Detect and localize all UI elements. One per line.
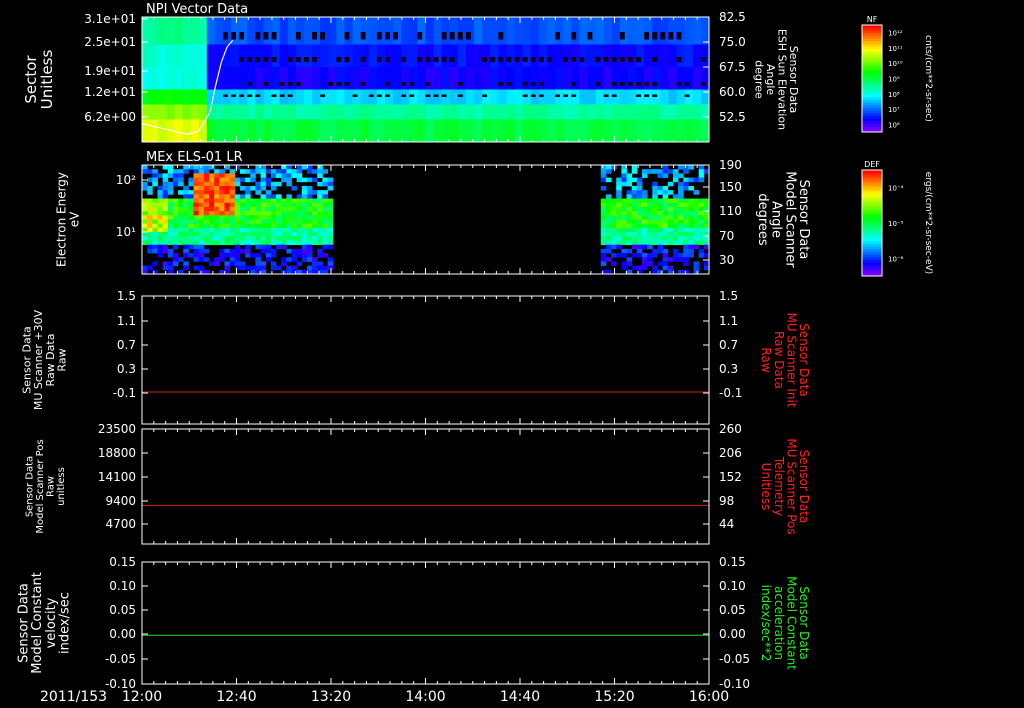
ytick-left-label: 0.7: [117, 338, 136, 352]
ytick-left-label: 18800: [98, 446, 136, 460]
ytick-right-label: 0.15: [719, 555, 746, 569]
colorbar-units: ergs/(cm**2-sr-sec-eV): [923, 172, 933, 274]
ytick-left-label: 9400: [105, 494, 136, 508]
ytick-left-label: 0.10: [109, 579, 136, 593]
ytick-right-label: 75.0: [719, 35, 746, 49]
ytick-right-label: 0.05: [719, 603, 746, 617]
ytick-left-label: 1.5: [117, 289, 136, 303]
ytick-right-label: 60.0: [719, 85, 746, 99]
ytick-left-label: 4700: [105, 517, 136, 531]
ytick-right-label: -0.1: [719, 386, 742, 400]
ytick-left-label: 1.2e+01: [84, 85, 136, 99]
ytick-right-label: 0.3: [719, 362, 738, 376]
ylabel-left: Model Scanner Pos: [35, 439, 46, 533]
ylabel-right: degrees: [755, 193, 770, 246]
ytick-right-label: 110: [719, 204, 742, 218]
ylabel-left: Raw: [45, 476, 56, 497]
ytick-left-label: 3.1e+01: [84, 12, 136, 26]
time-tick-label: 14:40: [500, 689, 540, 705]
ylabel-left: eV: [67, 211, 81, 227]
ytick-left-label: 2.5e+01: [84, 35, 136, 49]
ytick-right-label: -0.05: [719, 652, 750, 666]
ylabel-left: unitless: [56, 467, 67, 506]
colorbar-units: cnts/(cm**2-sr-sec): [923, 35, 933, 122]
colorbar-tick: 10⁹: [888, 76, 900, 84]
colorbar-tick: 10⁻⁴: [888, 185, 904, 193]
ytick-left-label: 0.15: [109, 555, 136, 569]
ytick-left-label: 14100: [98, 470, 136, 484]
ytick-right-label: 206: [719, 446, 742, 460]
time-tick-label: 16:00: [689, 689, 729, 705]
ytick-left-label: -0.05: [105, 652, 136, 666]
ytick-left-label: 10²: [116, 173, 136, 187]
ytick-right-label: 98: [719, 494, 734, 508]
panel-frame-3: [141, 428, 710, 545]
ytick-right-label: 67.5: [719, 60, 746, 74]
ytick-right-label: 0.7: [719, 338, 738, 352]
panel-title: MEx ELS-01 LR: [146, 150, 243, 165]
ytick-left-label: -0.1: [113, 386, 136, 400]
ytick-left-label: 1.1: [117, 314, 136, 328]
ytick-left-label: 0.05: [109, 603, 136, 617]
ytick-right-label: 82.5: [719, 10, 746, 24]
time-tick-label: 12:40: [216, 689, 256, 705]
time-tick-label: 14:00: [405, 689, 445, 705]
colorbar-tick: 10⁻⁵: [888, 220, 904, 228]
panel-title: NPI Vector Data: [146, 2, 248, 17]
ytick-right-label: 44: [719, 517, 734, 531]
date-label: 2011/153: [40, 689, 107, 705]
ylabel-left: Unitless: [38, 50, 56, 110]
ytick-right-label: 1.5: [719, 289, 738, 303]
ylabel-right: Raw: [759, 347, 773, 372]
colorbar-tick: 10⁸: [888, 91, 900, 99]
colorbar-label: DEF: [864, 160, 880, 169]
colorbar-tick: 10⁶: [888, 121, 900, 129]
ytick-left-label: 0.3: [117, 362, 136, 376]
colorbar-1: [862, 170, 882, 277]
ylabel-left: index/sec: [57, 592, 72, 654]
ytick-left-label: 6.2e+00: [84, 110, 136, 124]
ytick-right-label: 52.5: [719, 110, 746, 124]
ylabel-right: Unitless: [759, 463, 773, 511]
panel-frame-2: [141, 295, 710, 425]
ylabel-right: index/sec**2: [759, 585, 773, 662]
ytick-right-label: 190: [719, 158, 742, 172]
colorbar-tick: 10¹⁰: [888, 60, 903, 68]
els-heatmap: [142, 165, 710, 275]
ytick-left-label: 10¹: [116, 225, 136, 239]
ytick-left-label: 0.00: [109, 627, 136, 641]
colorbar-tick: 10¹¹: [888, 45, 903, 53]
ylabel-left: Sensor Data: [24, 456, 35, 517]
time-tick-label: 15:20: [594, 689, 634, 705]
colorbar-0: [862, 25, 882, 133]
ylabel-right: degree: [752, 60, 765, 99]
colorbar-tick: 10⁷: [888, 106, 900, 114]
plot-canvas: 3.1e+01 2.5e+01 1.9e+01 1.2e+01 6.2e+00 82.5 7…: [17, 2, 933, 705]
ytick-right-label: 1.1: [719, 314, 738, 328]
colorbar-tick: 10⁻⁶: [888, 255, 904, 263]
ytick-right-label: 0.00: [719, 627, 746, 641]
time-tick-label: 13:20: [311, 689, 351, 705]
colorbar-tick: 10¹²: [888, 30, 903, 38]
colorbar-label: NF: [867, 15, 878, 24]
npi-heatmap: [142, 17, 710, 142]
ytick-right-label: 30: [719, 253, 734, 267]
ytick-left-label: 1.9e+01: [84, 64, 136, 78]
panel-frame-4: [141, 561, 710, 685]
ytick-left-label: 23500: [98, 422, 136, 436]
time-tick-label: 12:00: [122, 689, 162, 705]
ytick-right-label: 260: [719, 422, 742, 436]
ytick-right-label: 70: [719, 229, 734, 243]
ytick-right-label: 150: [719, 180, 742, 194]
ylabel-left: Raw: [55, 348, 68, 371]
ytick-right-label: 152: [719, 470, 742, 484]
ytick-right-label: 0.10: [719, 579, 746, 593]
